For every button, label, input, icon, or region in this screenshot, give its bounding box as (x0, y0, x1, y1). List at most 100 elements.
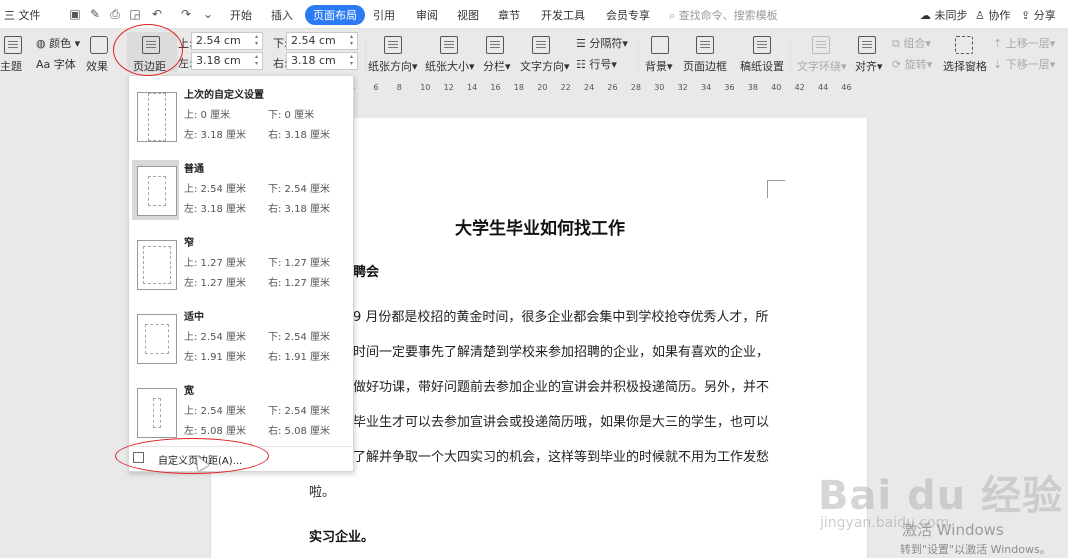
ruler-tick-label: 30 (654, 83, 665, 92)
ribbon-divider (365, 36, 366, 72)
redo-icon[interactable]: ↷ (178, 6, 194, 22)
margin-preset-option[interactable]: 宽上: 2.54 厘米 下: 2.54 厘米 左: 5.08 厘米 右: 5.08 厘… (129, 374, 353, 448)
horizontal-ruler[interactable]: 4681012141618202224262830323436384042444… (350, 79, 870, 95)
format-painter-icon[interactable]: ✎ (87, 6, 103, 22)
tab-developer[interactable]: 开发工具 (541, 7, 585, 23)
theme-icon[interactable] (4, 36, 22, 54)
theme-label[interactable]: 主题 (0, 58, 22, 74)
preset-bottom: 下: 2.54 厘米 (268, 332, 330, 343)
ruler-tick-label: 12 (443, 83, 454, 92)
send-backward-button: ⇣ 下移一层▾ (993, 58, 1056, 71)
text-direction-label[interactable]: 文字方向▾ (520, 58, 570, 74)
print-icon[interactable]: ⎙ (107, 6, 123, 22)
page-border-icon[interactable] (696, 36, 714, 54)
breaks-button[interactable]: ☰ 分隔符▾ (576, 35, 628, 51)
paper-setup-icon[interactable] (753, 36, 771, 54)
margin-guide (148, 176, 166, 206)
save-icon[interactable]: ▣ (67, 6, 83, 22)
right-margin-input[interactable]: 3.18 cm (286, 52, 358, 70)
document-heading: 聘会 (353, 265, 380, 280)
send-backward-label: 下移一层 (1005, 58, 1050, 71)
margin-preset-option[interactable]: 适中 上: 2.54 厘米 下: 2.54 厘米 左: 1.91 厘米 右: 1.91 … (129, 300, 353, 374)
ruler-tick-label: 42 (794, 83, 805, 92)
margin-preset-option[interactable]: 上次的自定义设置 上: 0 厘米 下: 0 厘米 左: 3.18 厘米 右: 3.18 … (129, 78, 353, 152)
preset-left: 左: 3.18 厘米 (184, 130, 246, 141)
left-margin-input[interactable]: 3.18 cm (191, 52, 263, 70)
align-text: 对齐 (855, 60, 877, 73)
columns-label[interactable]: 分栏▾ (483, 58, 511, 74)
tab-member[interactable]: 会员专享 (606, 7, 650, 23)
ruler-tick-label: 10 (420, 83, 431, 92)
background-text: 背景 (645, 60, 667, 73)
tab-view[interactable]: 视图 (457, 7, 479, 23)
annotation-circle-margins-button (113, 24, 183, 76)
preset-right: 右: 1.27 厘米 (268, 278, 330, 289)
margins-dropdown: 宽上: 2.54 厘米 下: 2.54 厘米 左: 5.08 厘米 右: 5.08 厘… (128, 75, 354, 472)
orientation-icon[interactable] (384, 36, 402, 54)
tab-references[interactable]: 引用 (373, 7, 395, 23)
text-wrap-icon (812, 36, 830, 54)
activate-windows-subtitle: 转到"设置"以激活 Windows。 (900, 543, 1051, 556)
paper-size-label[interactable]: 纸张大小▾ (425, 58, 475, 74)
page-margin-thumbnail-icon (137, 166, 177, 216)
effect-label[interactable]: 效果 (86, 58, 108, 74)
search-placeholder: 查找命令、搜索模板 (678, 9, 778, 22)
document-line: 了解并争取一个大四实习的机会，这样等到毕业的时候就不用为工作发愁 (353, 450, 770, 465)
document-line: 做好功课，带好问题前去参加企业的宣讲会并积极投递简历。另外，并不 (353, 380, 770, 395)
ruler-tick-label: 38 (747, 83, 758, 92)
color-button[interactable]: ◍ 颜色 ▾ (36, 35, 80, 51)
align-icon[interactable] (858, 36, 876, 54)
preset-top: 上: 0 厘米 (184, 110, 231, 121)
selection-pane-label[interactable]: 选择窗格 (943, 58, 987, 74)
ruler-tick-label: 36 (724, 83, 735, 92)
tab-insert[interactable]: 插入 (271, 7, 293, 23)
margin-preset-option[interactable]: 普通 上: 2.54 厘米 下: 2.54 厘米 左: 3.18 厘米 右: 3.18 … (129, 152, 353, 226)
paper-setup-label[interactable]: 稿纸设置 (740, 58, 784, 74)
tab-review[interactable]: 审阅 (416, 7, 438, 23)
baidu-watermark: Bai du 经验 (818, 473, 1064, 519)
tab-page-layout[interactable]: 页面布局 (305, 5, 365, 25)
margin-guide (143, 246, 171, 284)
document-line: 毕业生才可以去参加宣讲会或投递简历哦，如果你是大三的学生，也可以 (353, 415, 770, 430)
document-line: 时间一定要事先了解清楚到学校来参加招聘的企业，如果有喜欢的企业， (353, 345, 770, 360)
line-number-button[interactable]: ☷ 行号▾ (576, 56, 617, 72)
preset-name: 窄 (184, 238, 194, 249)
undo-icon[interactable]: ↶ (149, 6, 165, 22)
sync-status[interactable]: ☁ 未同步 (920, 7, 968, 23)
ruler-tick-label: 20 (537, 83, 548, 92)
document-line: 9 月份都是校招的黄金时间，很多企业都会集中到学校抢夺优秀人才，所 (353, 310, 769, 325)
command-search[interactable]: ⌕ 查找命令、搜索模板 (669, 7, 778, 23)
collab-button[interactable]: ♙ 协作 (975, 7, 1010, 23)
page-border-label[interactable]: 页面边框 (683, 58, 727, 74)
preset-top: 上: 2.54 厘米 (184, 332, 246, 343)
bottom-margin-input[interactable]: 2.54 cm (286, 32, 358, 50)
align-label[interactable]: 对齐▾ (855, 58, 883, 74)
background-label[interactable]: 背景▾ (645, 58, 673, 74)
columns-icon[interactable] (486, 36, 504, 54)
customize-dropdown-icon[interactable]: ⌄ (200, 6, 216, 22)
share-button[interactable]: ⇪ 分享 (1021, 7, 1056, 23)
paper-size-text: 纸张大小 (425, 60, 469, 73)
preset-bottom: 下: 2.54 厘米 (268, 184, 330, 195)
margin-preset-option[interactable]: 窄上: 1.27 厘米 下: 1.27 厘米 左: 1.27 厘米 右: 1.27 厘… (129, 226, 353, 300)
top-margin-input[interactable]: 2.54 cm (191, 32, 263, 50)
paper-size-icon[interactable] (440, 36, 458, 54)
tab-chapter[interactable]: 章节 (498, 7, 520, 23)
selection-pane-icon[interactable] (955, 36, 973, 54)
sync-label: 未同步 (934, 9, 968, 22)
text-direction-icon[interactable] (532, 36, 550, 54)
orientation-label[interactable]: 纸张方向▾ (368, 58, 418, 74)
font-button[interactable]: Aa 字体 (36, 56, 76, 72)
ruler-tick-label: 18 (513, 83, 524, 92)
margin-guide (145, 324, 169, 354)
page-margin-thumbnail-icon (137, 240, 177, 290)
tab-home[interactable]: 开始 (230, 7, 252, 23)
file-menu[interactable]: 三 文件 (4, 7, 41, 23)
print-preview-icon[interactable]: ◲ (127, 6, 143, 22)
background-icon[interactable] (651, 36, 669, 54)
rotate-label: 旋转 (904, 58, 927, 71)
preset-top: 上: 2.54 厘米 (184, 184, 246, 195)
text-wrap-label: 文字环绕▾ (797, 60, 847, 73)
columns-text: 分栏 (483, 60, 505, 73)
effect-icon[interactable] (90, 36, 108, 54)
